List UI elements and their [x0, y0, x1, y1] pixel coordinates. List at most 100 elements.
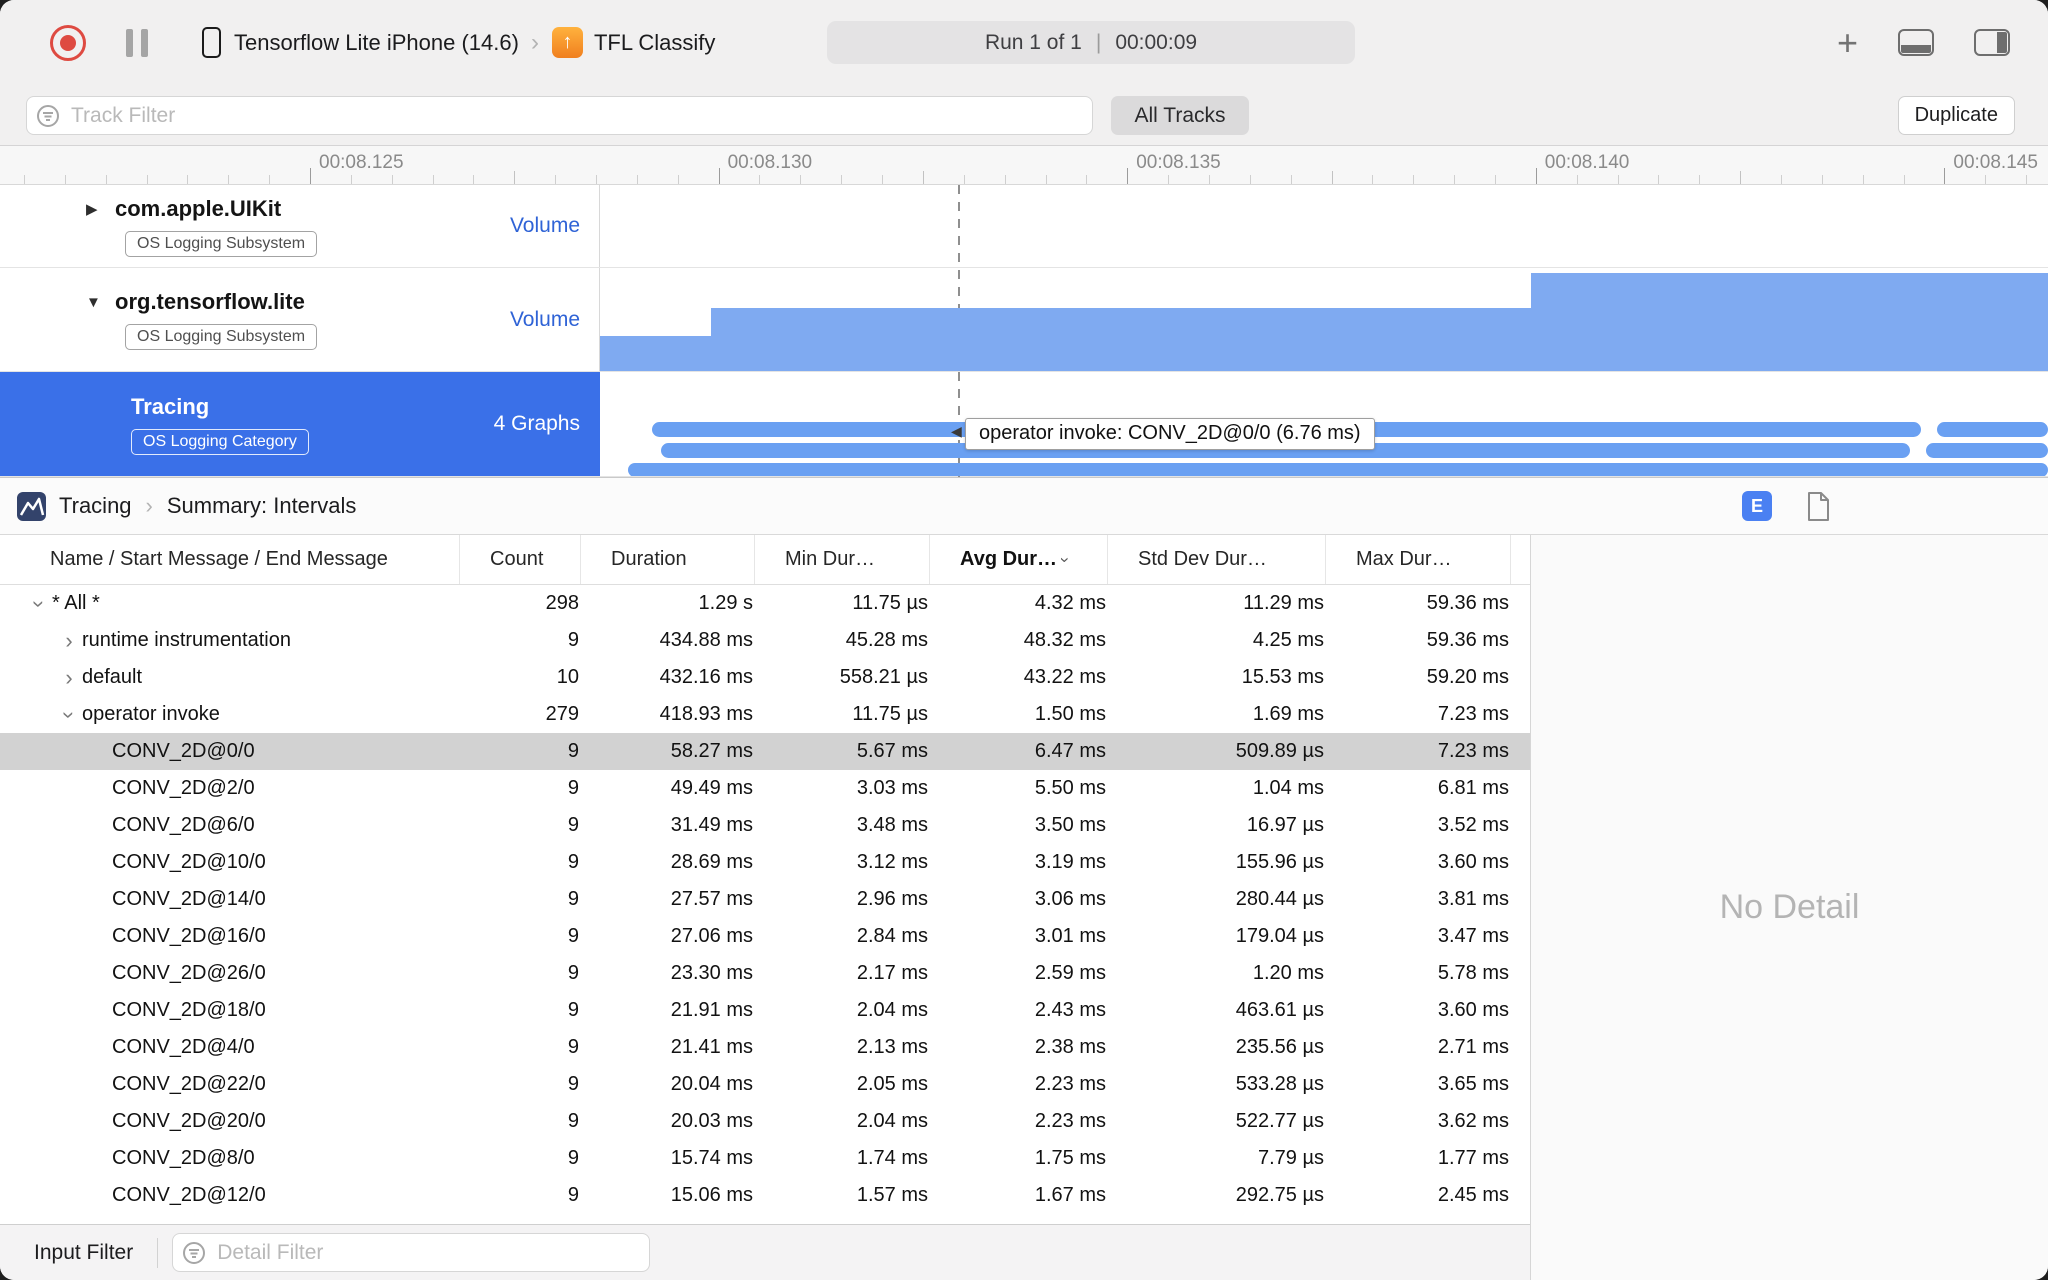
table-row[interactable]: ›CONV_2D@6/0931.49 ms3.48 ms3.50 ms16.97… [0, 807, 1530, 844]
cell-std: 15.53 ms [1241, 666, 1324, 688]
table-row[interactable]: ›CONV_2D@10/0928.69 ms3.12 ms3.19 ms155.… [0, 844, 1530, 881]
track-lane-uikit[interactable] [600, 185, 2048, 267]
cell-avg: 6.47 ms [1034, 740, 1106, 762]
cell-max: 59.36 ms [1426, 592, 1509, 614]
column-header-avg[interactable]: Avg Dur… › [930, 535, 1108, 584]
table-row[interactable]: ›CONV_2D@4/0921.41 ms2.13 ms2.38 ms235.5… [0, 1029, 1530, 1066]
disclosure-collapsed-icon[interactable]: ▶ [86, 200, 115, 218]
interval-bar[interactable] [1926, 443, 2048, 458]
track-lane-tracing[interactable]: ◀ operator invoke: CONV_2D@0/0 (6.76 ms) [600, 372, 2048, 476]
ruler-tick [187, 175, 189, 184]
interval-bar[interactable] [1936, 422, 2048, 437]
tracing-instrument-icon [17, 491, 46, 521]
row-name: CONV_2D@10/0 [112, 851, 266, 873]
table-row[interactable]: ›CONV_2D@0/0958.27 ms5.67 ms6.47 ms509.8… [0, 733, 1530, 770]
column-header-stddev[interactable]: Std Dev Dur… [1108, 535, 1326, 584]
table-body: › * All * 298 1.29 s 11.75 µs 4.32 ms 11.29 ms… [0, 585, 1530, 1214]
detail-jump-bar: Tracing › Summary: Intervals E [0, 477, 2048, 535]
table-row[interactable]: ›CONV_2D@22/0920.04 ms2.05 ms2.23 ms533.… [0, 1066, 1530, 1103]
interval-bar[interactable] [627, 463, 2048, 476]
cell-duration: 27.06 ms [670, 925, 753, 947]
ruler-tick [64, 175, 66, 184]
cell-std: 1.20 ms [1252, 962, 1324, 984]
cell-avg: 1.75 ms [1034, 1147, 1106, 1169]
track-head-tensorflow[interactable]: ▼ org.tensorflow.lite OS Logging Subsyst… [0, 268, 600, 371]
duplicate-button[interactable]: Duplicate [1897, 96, 2015, 135]
track-row-tensorflow[interactable]: ▼ org.tensorflow.lite OS Logging Subsyst… [0, 268, 2048, 372]
cell-std: 155.96 µs [1235, 851, 1324, 873]
ruler-tick [1740, 171, 1742, 184]
input-filter-label[interactable]: Input Filter [34, 1241, 133, 1265]
cell-avg: 48.32 ms [1023, 629, 1106, 651]
table-row[interactable]: ›CONV_2D@8/0915.74 ms1.74 ms1.75 ms7.79 … [0, 1140, 1530, 1177]
cell-avg: 5.50 ms [1034, 777, 1106, 799]
table-row[interactable]: › * All * 298 1.29 s 11.75 µs 4.32 ms 11.29 ms… [0, 585, 1530, 622]
track-row-uikit[interactable]: ▶ com.apple.UIKit OS Logging Subsystem V… [0, 185, 2048, 268]
ruler-tick [718, 168, 720, 184]
toggle-inspector-pane-button[interactable] [1974, 29, 2010, 56]
ruler-tick [269, 175, 271, 184]
device-name[interactable]: Tensorflow Lite iPhone (14.6) [234, 30, 519, 56]
table-row[interactable]: › runtime instrumentation 9 434.88 ms 45.28 … [0, 622, 1530, 659]
column-header-count[interactable]: Count [460, 535, 581, 584]
view-mode-toggle-button[interactable]: E [1742, 491, 1772, 521]
table-row[interactable]: ›CONV_2D@18/0921.91 ms2.04 ms2.43 ms463.… [0, 992, 1530, 1029]
pause-button[interactable] [126, 28, 148, 57]
track-title: com.apple.UIKit [115, 195, 282, 221]
track-row-tracing[interactable]: Tracing OS Logging Category 4 Graphs ◀ o… [0, 372, 2048, 477]
cell-duration: 418.93 ms [659, 703, 753, 725]
row-name: runtime instrumentation [82, 629, 291, 651]
app-name[interactable]: TFL Classify [594, 30, 715, 56]
cell-count: 9 [567, 962, 579, 984]
ruler-tick [1944, 168, 1946, 184]
track-badge: OS Logging Subsystem [125, 230, 318, 257]
breadcrumb-page[interactable]: Summary: Intervals [167, 493, 357, 519]
add-instrument-button[interactable]: + [1837, 24, 1858, 61]
table-row[interactable]: › default 10 432.16 ms 558.21 µs 43.22 ms 15.5… [0, 659, 1530, 696]
disclosure-expanded-icon[interactable]: ▼ [86, 294, 115, 311]
table-row[interactable]: › operator invoke 279 418.93 ms 11.75 µs 1.50… [0, 696, 1530, 733]
table-row[interactable]: ›CONV_2D@16/0927.06 ms2.84 ms3.01 ms179.… [0, 918, 1530, 955]
cell-avg: 2.38 ms [1034, 1036, 1106, 1058]
column-header-min[interactable]: Min Dur… [755, 535, 930, 584]
track-head-tracing[interactable]: Tracing OS Logging Category 4 Graphs [0, 372, 600, 476]
track-filter-input[interactable] [26, 96, 1093, 135]
detail-filter-wrap [172, 1233, 651, 1272]
run-status: Run 1 of 1 | 00:00:09 [827, 21, 1355, 64]
track-lane-tensorflow[interactable] [600, 268, 2048, 371]
document-icon[interactable] [1806, 491, 1831, 522]
filter-icon [37, 104, 59, 127]
all-tracks-button[interactable]: All Tracks [1111, 96, 1249, 135]
track-title: org.tensorflow.lite [115, 289, 305, 314]
breadcrumb-root[interactable]: Tracing [59, 493, 132, 519]
toggle-bottom-pane-button[interactable] [1898, 29, 1934, 56]
ruler-tick [555, 175, 557, 184]
table-row[interactable]: ›CONV_2D@20/0920.03 ms2.04 ms2.23 ms522.… [0, 1103, 1530, 1140]
table-row[interactable]: ›CONV_2D@26/0923.30 ms2.17 ms2.59 ms1.20… [0, 955, 1530, 992]
table-header: Name / Start Message / End Message Count… [0, 535, 1530, 585]
cell-duration: 49.49 ms [670, 777, 753, 799]
ruler-tick [841, 175, 843, 184]
table-row[interactable]: ›CONV_2D@2/0949.49 ms3.03 ms5.50 ms1.04 … [0, 770, 1530, 807]
table-row[interactable]: ›CONV_2D@14/0927.57 ms2.96 ms3.06 ms280.… [0, 881, 1530, 918]
volume-graph-segment[interactable] [711, 308, 1532, 371]
volume-graph-segment[interactable] [1531, 272, 2048, 371]
ruler-tick [759, 175, 761, 184]
record-button[interactable] [50, 24, 86, 61]
timeline-ruler[interactable]: 00:08.125 00:08.130 00:08.135 00:08.140 00:0… [0, 146, 2048, 185]
column-header-max[interactable]: Max Dur… [1326, 535, 1511, 584]
row-disclosure-chevron[interactable]: › [56, 628, 82, 654]
ruler-tick [800, 175, 802, 184]
track-meta: Volume [509, 214, 580, 237]
detail-filter-input[interactable] [172, 1233, 651, 1272]
chevron-right-icon: › [145, 493, 153, 518]
column-header-duration[interactable]: Duration [581, 535, 755, 584]
row-disclosure-chevron[interactable]: › [56, 702, 82, 728]
table-row[interactable]: ›CONV_2D@12/0915.06 ms1.57 ms1.67 ms292.… [0, 1177, 1530, 1214]
row-disclosure-chevron[interactable]: › [26, 591, 52, 617]
row-disclosure-chevron[interactable]: › [56, 665, 82, 691]
track-head-uikit[interactable]: ▶ com.apple.UIKit OS Logging Subsystem V… [0, 185, 600, 267]
column-header-name[interactable]: Name / Start Message / End Message [0, 535, 460, 584]
cell-duration: 58.27 ms [670, 740, 753, 762]
volume-graph-segment[interactable] [600, 335, 712, 371]
